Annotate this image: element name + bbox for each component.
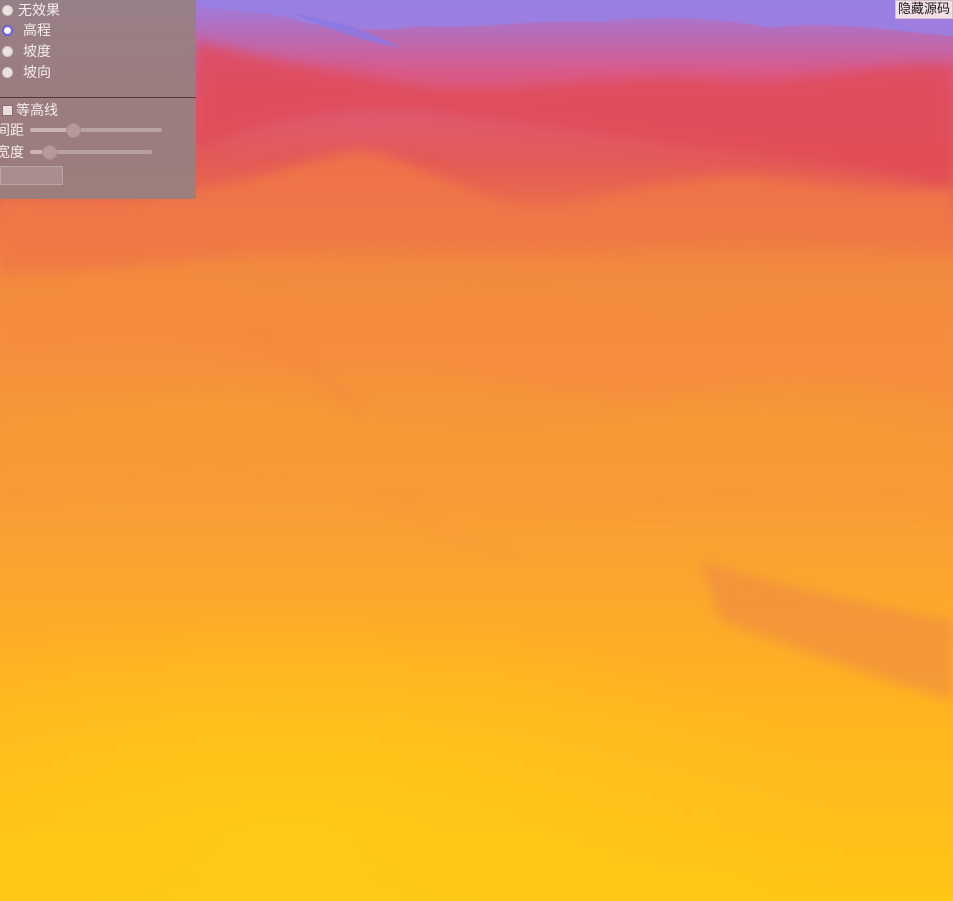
checkbox-icon[interactable]	[2, 104, 13, 116]
radio-slope[interactable]: 坡度	[0, 41, 51, 61]
width-slider-row: 宽度	[0, 142, 152, 162]
radio-label: 无效果	[18, 3, 60, 19]
radio-aspect[interactable]: 坡向	[0, 62, 51, 82]
spacing-slider-row: 间距	[0, 120, 162, 140]
contour-toggle[interactable]: 等高线	[0, 100, 58, 120]
panel-divider	[0, 97, 196, 98]
width-slider[interactable]	[30, 145, 152, 160]
checkbox-label: 等高线	[16, 103, 58, 119]
control-panel: 无效果 高程 坡度 坡向 等高线 间距 宽度	[0, 0, 196, 199]
radio-button-icon[interactable]	[2, 24, 13, 36]
radio-button-icon[interactable]	[2, 66, 13, 78]
hide-source-button[interactable]: 隐藏源码	[894, 0, 953, 19]
spacing-slider-thumb[interactable]	[66, 123, 81, 138]
radio-button-icon[interactable]	[2, 4, 13, 16]
radio-no-effect[interactable]: 无效果	[0, 0, 60, 20]
spacing-slider[interactable]	[30, 123, 162, 138]
radio-button-icon[interactable]	[2, 45, 13, 57]
radio-label: 高程	[23, 23, 51, 39]
spacing-label: 间距	[0, 123, 24, 139]
radio-label: 坡向	[23, 65, 51, 81]
width-label: 宽度	[0, 145, 24, 161]
width-slider-thumb[interactable]	[42, 145, 57, 160]
contour-apply-button[interactable]	[0, 166, 63, 185]
radio-label: 坡度	[23, 44, 51, 60]
radio-elevation[interactable]: 高程	[0, 20, 51, 40]
